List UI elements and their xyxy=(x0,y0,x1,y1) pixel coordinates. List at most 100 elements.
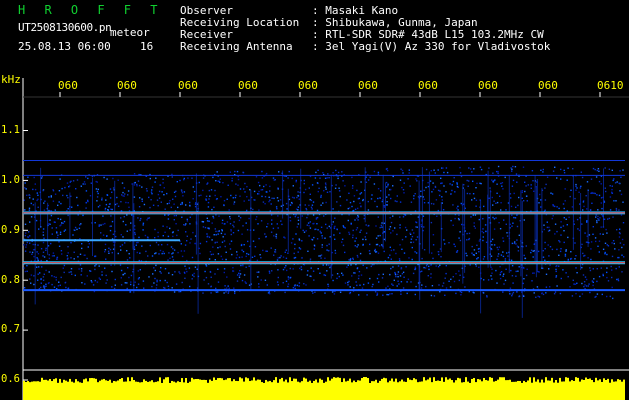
noise-speck xyxy=(155,241,158,244)
noise-speck xyxy=(341,238,344,240)
noise-speck xyxy=(386,201,388,203)
noise-speck xyxy=(606,232,608,234)
noise-speck xyxy=(485,241,488,243)
noise-speck xyxy=(322,264,324,266)
noise-speck xyxy=(394,200,396,202)
noise-speck xyxy=(294,243,296,246)
noise-speck xyxy=(335,184,337,186)
noise-speck xyxy=(41,176,43,178)
noise-speck xyxy=(579,187,582,189)
noise-speck xyxy=(456,207,458,209)
noise-speck xyxy=(67,257,69,259)
noise-speck xyxy=(560,248,562,250)
strength-bar xyxy=(479,379,481,400)
noise-speck xyxy=(23,244,25,246)
noise-speck xyxy=(397,276,399,278)
noise-speck xyxy=(564,253,567,256)
strength-bar xyxy=(389,380,391,400)
noise-speck xyxy=(297,209,299,211)
noise-speck xyxy=(48,254,50,256)
noise-speck xyxy=(388,194,390,196)
noise-speck xyxy=(269,293,271,295)
noise-speck xyxy=(305,284,307,286)
noise-speck xyxy=(116,196,118,199)
noise-speck xyxy=(341,171,343,173)
noise-speck xyxy=(367,200,369,203)
noise-speck xyxy=(613,242,615,245)
noise-speck xyxy=(360,229,362,231)
noise-speck xyxy=(379,226,381,229)
strength-bar xyxy=(591,379,593,400)
noise-speck xyxy=(410,238,413,240)
noise-speck xyxy=(411,246,413,249)
noise-speck xyxy=(108,252,110,254)
noise-speck xyxy=(120,284,123,286)
noise-speck xyxy=(199,242,202,245)
noise-speck xyxy=(347,284,349,286)
noise-speck xyxy=(303,191,305,194)
noise-speck xyxy=(236,251,238,253)
noise-speck xyxy=(237,229,240,232)
noise-speck xyxy=(500,182,502,185)
noise-speck xyxy=(264,279,267,281)
noise-speck xyxy=(189,216,191,218)
noise-speck xyxy=(496,192,498,194)
noise-speck xyxy=(272,177,275,179)
strength-bar xyxy=(229,378,231,400)
noise-speck xyxy=(277,284,279,286)
noise-speck xyxy=(556,248,558,251)
noise-speck xyxy=(441,202,443,204)
noise-speck xyxy=(596,280,598,283)
noise-speck xyxy=(338,190,341,192)
noise-speck xyxy=(301,215,303,217)
noise-speck xyxy=(232,270,235,272)
noise-speck xyxy=(377,173,380,175)
noise-speck xyxy=(357,219,359,221)
noise-speck xyxy=(279,256,281,259)
noise-speck xyxy=(23,267,25,269)
noise-speck xyxy=(40,282,42,284)
noise-speck xyxy=(209,271,212,273)
noise-speck xyxy=(383,205,385,207)
strength-bar xyxy=(113,380,115,400)
noise-speck xyxy=(581,266,583,269)
noise-speck xyxy=(100,224,102,226)
noise-speck xyxy=(313,222,315,225)
noise-speck xyxy=(324,186,327,188)
x-tick-label: 0610 xyxy=(597,79,624,92)
noise-speck xyxy=(583,205,585,208)
noise-speck xyxy=(531,280,533,282)
noise-speck xyxy=(149,177,151,180)
noise-speck xyxy=(319,177,321,179)
strength-bar xyxy=(371,381,373,400)
noise-speck xyxy=(385,168,388,170)
noise-speck xyxy=(117,205,120,207)
noise-speck xyxy=(105,203,108,206)
noise-speck xyxy=(475,205,477,207)
noise-speck xyxy=(171,274,174,276)
noise-speck xyxy=(334,225,336,228)
noise-speck xyxy=(141,198,143,200)
noise-speck xyxy=(55,276,57,279)
noise-speck xyxy=(586,221,588,223)
noise-speck xyxy=(473,249,476,251)
noise-speck xyxy=(68,185,71,187)
noise-speck xyxy=(163,252,165,255)
noise-speck xyxy=(104,251,106,253)
noise-speck xyxy=(218,230,220,232)
noise-speck xyxy=(176,234,178,237)
noise-speck xyxy=(230,233,232,236)
strength-bar xyxy=(413,378,415,400)
noise-speck xyxy=(126,230,128,232)
noise-speck xyxy=(339,204,342,207)
noise-speck xyxy=(565,218,567,220)
noise-speck xyxy=(121,194,123,196)
noise-speck xyxy=(273,235,275,237)
noise-speck xyxy=(260,220,263,222)
noise-speck xyxy=(371,285,373,288)
noise-speck xyxy=(581,293,584,295)
noise-speck xyxy=(74,226,77,229)
noise-speck xyxy=(183,191,186,193)
strength-bar xyxy=(501,377,503,400)
noise-speck xyxy=(186,235,188,237)
